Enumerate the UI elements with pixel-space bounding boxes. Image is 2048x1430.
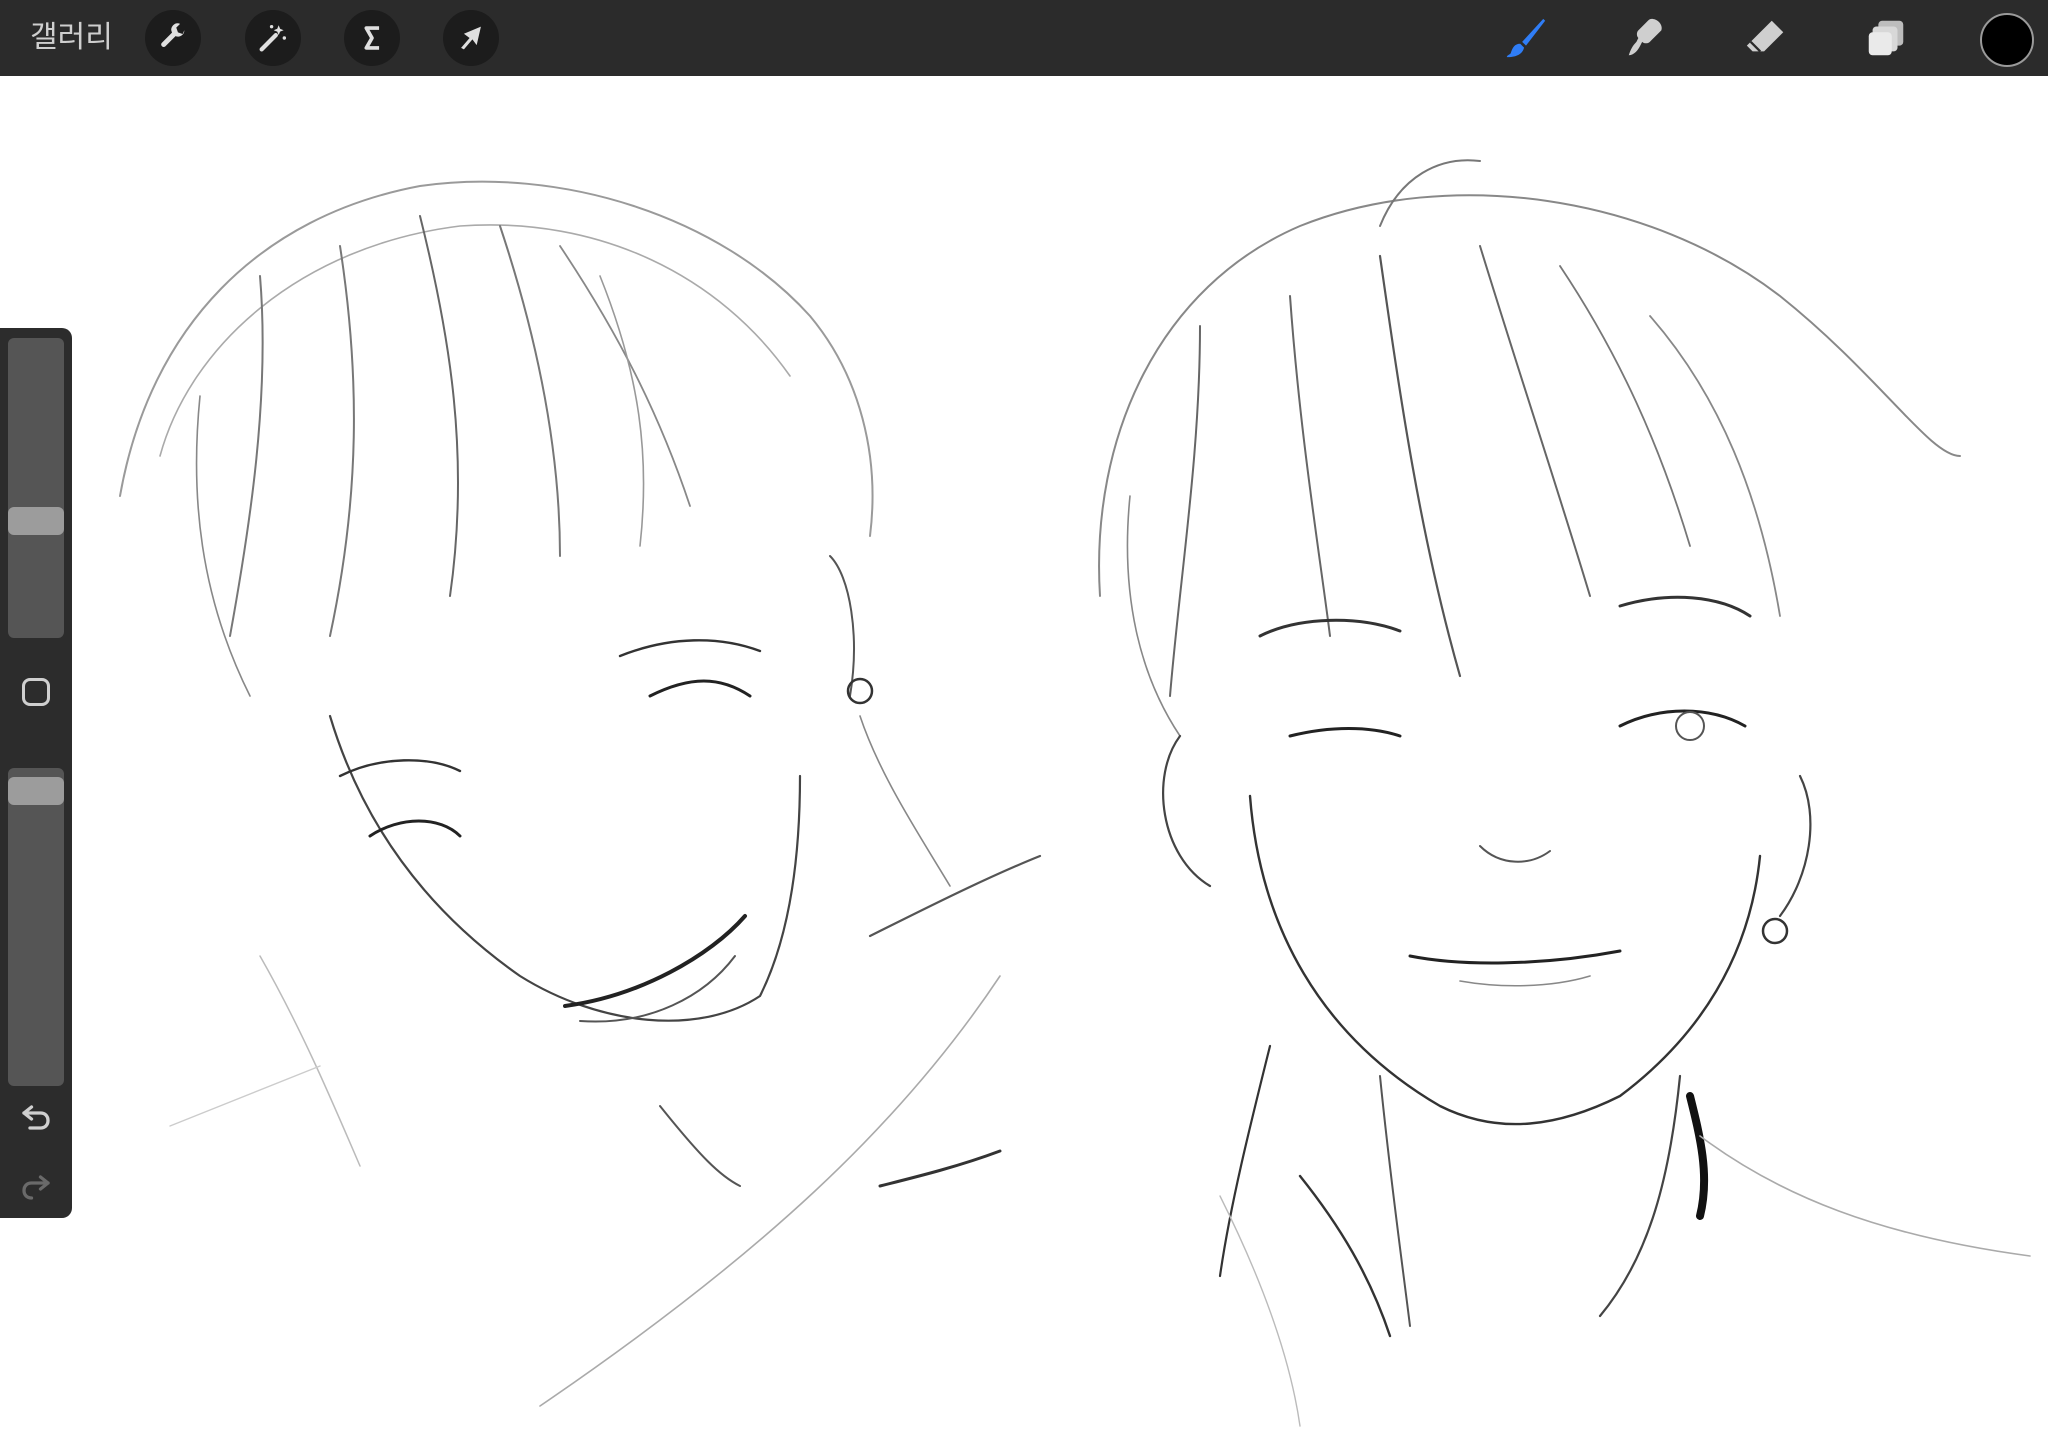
transform-button[interactable] [443, 10, 499, 66]
magic-button[interactable] [245, 10, 301, 66]
opacity-thumb[interactable] [8, 776, 64, 805]
arrow-cursor-icon [461, 26, 481, 50]
sketch-left-face [119, 180, 1042, 1407]
top-toolbar: 갤러리 [0, 0, 2048, 76]
wrench-icon [161, 23, 185, 47]
opacity-slider[interactable] [8, 768, 64, 1086]
adjustments-button[interactable] [145, 10, 201, 66]
brush-size-thumb[interactable] [8, 506, 64, 535]
selection-button[interactable] [344, 10, 400, 66]
eraser-icon [1746, 20, 1784, 53]
brush-icon [1506, 18, 1546, 58]
redo-icon[interactable] [18, 1168, 54, 1204]
gallery-button[interactable]: 갤러리 [30, 14, 113, 62]
left-sidebar [0, 328, 72, 1218]
smudge-icon [1628, 18, 1662, 56]
brush-tool[interactable] [1498, 10, 1554, 66]
layers-button[interactable] [1858, 10, 1914, 66]
layers-icon [1868, 20, 1904, 56]
drawing-canvas[interactable] [0, 76, 2048, 1430]
smudge-tool[interactable] [1618, 10, 1674, 66]
eraser-tool[interactable] [1738, 10, 1794, 66]
selection-s-icon [364, 26, 380, 50]
magic-wand-icon [259, 24, 287, 52]
undo-icon[interactable] [18, 1098, 54, 1134]
square-icon[interactable] [22, 678, 50, 706]
color-picker-button[interactable] [1980, 13, 2034, 67]
sketch-right-face [1098, 159, 2031, 1427]
brush-size-slider[interactable] [8, 338, 64, 638]
